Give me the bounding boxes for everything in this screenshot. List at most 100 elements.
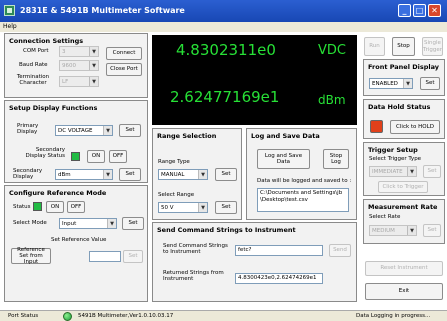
minimize-icon[interactable]: _ <box>398 4 411 17</box>
send-command-panel: Send Command Strings to Instrument Send … <box>152 222 357 302</box>
chevron-down-icon: ▼ <box>403 79 412 88</box>
range-type-value: MANUAL <box>161 172 185 178</box>
secondary-status-led <box>71 152 80 161</box>
exit-button[interactable]: Exit <box>365 283 443 300</box>
chevron-down-icon: ▼ <box>407 226 416 235</box>
secondary-display-label: Secondary Display <box>13 168 43 180</box>
connect-button[interactable]: Connect <box>106 47 142 60</box>
select-mode-value: Input <box>62 221 77 227</box>
com-port-label: COM Port <box>23 48 49 54</box>
front-panel-display-panel: Front Panel Display ENABLED ▼ Set <box>363 59 445 96</box>
set-reference-value-label: Set Reference Value <box>51 237 107 243</box>
reference-value-set-button[interactable]: Set <box>123 250 143 263</box>
maximize-icon[interactable]: □ <box>413 4 426 17</box>
reference-value-input[interactable] <box>89 251 121 262</box>
stop-button[interactable]: Stop <box>392 37 415 56</box>
measurement-rate-select[interactable]: MEDIUM ▼ <box>369 225 417 236</box>
primary-set-button[interactable]: Set <box>119 124 141 137</box>
front-panel-select[interactable]: ENABLED ▼ <box>369 78 413 89</box>
log-save-button[interactable]: Log and Save Data <box>257 149 310 169</box>
logging-status-text: Data Logging in progress... <box>356 313 431 319</box>
select-range-value: 50 V <box>161 205 174 211</box>
status-bar: Port Status 5491B Multimeter,Ver1.0.10.0… <box>0 310 447 321</box>
command-input[interactable]: fetc? <box>235 245 323 256</box>
single-trigger-button[interactable]: Single Trigger <box>422 37 443 56</box>
select-mode-set-button[interactable]: Set <box>122 217 144 230</box>
reference-mode-title: Configure Reference Mode <box>9 189 107 197</box>
baud-rate-select[interactable]: 9600 ▼ <box>59 60 99 71</box>
measurement-rate-title: Measurement Rate <box>368 203 438 211</box>
reference-from-input-button[interactable]: Reference Set from Input <box>11 247 51 265</box>
stop-log-button[interactable]: Stop Log <box>323 149 349 169</box>
range-type-select[interactable]: MANUAL ▼ <box>158 169 208 180</box>
select-range-label: Select Range <box>158 192 195 198</box>
trigger-type-value: IMMEDIATE <box>372 169 403 175</box>
select-mode-select[interactable]: Input ▼ <box>59 218 117 229</box>
measurement-display: 4.8302311e0 VDC 2.62477169e1 dBm <box>152 35 357 125</box>
reference-status-label: Status <box>13 204 31 210</box>
close-port-button[interactable]: Close Port <box>106 63 142 76</box>
chevron-down-icon: ▼ <box>198 203 207 212</box>
primary-reading: 4.8302311e0 <box>176 41 276 59</box>
primary-display-select[interactable]: DC VOLTAGE ▼ <box>55 125 113 136</box>
connection-settings-title: Connection Settings <box>9 37 84 45</box>
select-range-select[interactable]: 50 V ▼ <box>158 202 208 213</box>
port-status-label: Port Status <box>8 313 39 319</box>
data-hold-title: Data Hold Status <box>368 103 431 111</box>
trigger-type-select[interactable]: IMMEDIATE ▼ <box>369 166 417 177</box>
window-title: 2831E & 5491B Multimeter Software <box>20 6 185 15</box>
run-button[interactable]: Run <box>364 37 385 56</box>
range-type-set-button[interactable]: Set <box>215 168 237 181</box>
setup-display-title: Setup Display Functions <box>9 104 98 112</box>
reference-status-led <box>33 202 42 211</box>
chevron-down-icon: ▼ <box>107 219 116 228</box>
reference-on-button[interactable]: ON <box>46 201 64 213</box>
returned-strings-field[interactable]: 4.8300423e0,2.62474269e1 <box>235 273 323 284</box>
termination-label: Termination Character <box>16 74 50 86</box>
returned-strings-label: Returned Strings from Instrument <box>163 270 224 282</box>
secondary-set-button[interactable]: Set <box>119 168 141 181</box>
model-version-text: 5491B Multimeter,Ver1.0.10.03.17 <box>78 313 174 319</box>
reference-off-button[interactable]: OFF <box>67 201 85 213</box>
com-port-select[interactable]: 3 ▼ <box>59 46 99 57</box>
reset-instrument-button[interactable]: Reset Instrument <box>365 261 443 276</box>
trigger-set-button[interactable]: Set <box>423 165 441 178</box>
select-range-set-button[interactable]: Set <box>215 201 237 214</box>
secondary-off-button[interactable]: OFF <box>109 150 127 163</box>
primary-unit: VDC <box>318 43 346 58</box>
app-icon <box>4 5 15 16</box>
click-to-hold-button[interactable]: Click to HOLD <box>390 120 440 134</box>
data-hold-panel: Data Hold Status Click to HOLD <box>363 99 445 139</box>
log-path-field[interactable]: C:\Documents and Settings\jb\Desktop\tes… <box>257 188 349 212</box>
termination-select[interactable]: LF ▼ <box>59 76 99 87</box>
measurement-rate-set-button[interactable]: Set <box>423 224 441 237</box>
port-status-led <box>63 312 72 321</box>
chevron-down-icon: ▼ <box>89 77 98 86</box>
send-command-title: Send Command Strings to Instrument <box>157 226 296 234</box>
close-icon[interactable]: ✕ <box>428 4 441 17</box>
send-button[interactable]: Send <box>329 244 351 257</box>
click-to-trigger-button[interactable]: Click to Trigger <box>378 181 428 193</box>
measurement-rate-panel: Measurement Rate Select Rate MEDIUM ▼ Set <box>363 199 445 244</box>
front-panel-set-button[interactable]: Set <box>420 77 440 90</box>
primary-display-value: DC VOLTAGE <box>58 128 93 134</box>
primary-display-label: Primary Display <box>17 123 39 135</box>
reference-mode-panel: Configure Reference Mode Status ON OFF S… <box>4 185 148 302</box>
chevron-down-icon: ▼ <box>89 47 98 56</box>
select-rate-label: Select Rate <box>369 214 401 220</box>
menu-help[interactable]: Help <box>3 23 17 30</box>
secondary-reading: 2.62477169e1 <box>170 88 280 106</box>
chevron-down-icon: ▼ <box>103 126 112 135</box>
connection-settings-panel: Connection Settings COM Port 3 ▼ Baud Rat… <box>4 33 148 98</box>
secondary-on-button[interactable]: ON <box>87 150 105 163</box>
secondary-display-value: dBm <box>58 172 71 178</box>
select-mode-label: Select Mode <box>13 220 47 226</box>
range-type-label: Range Type <box>158 159 190 165</box>
data-hold-led <box>370 120 383 133</box>
secondary-display-select[interactable]: dBm ▼ <box>55 169 113 180</box>
secondary-status-label: Secondary Display Status <box>25 147 65 159</box>
range-selection-panel: Range Selection Range Type MANUAL ▼ Set S… <box>152 128 242 220</box>
baud-rate-label: Baud Rate <box>19 62 48 68</box>
trigger-setup-title: Trigger Setup <box>368 146 418 154</box>
measurement-rate-value: MEDIUM <box>372 228 395 234</box>
